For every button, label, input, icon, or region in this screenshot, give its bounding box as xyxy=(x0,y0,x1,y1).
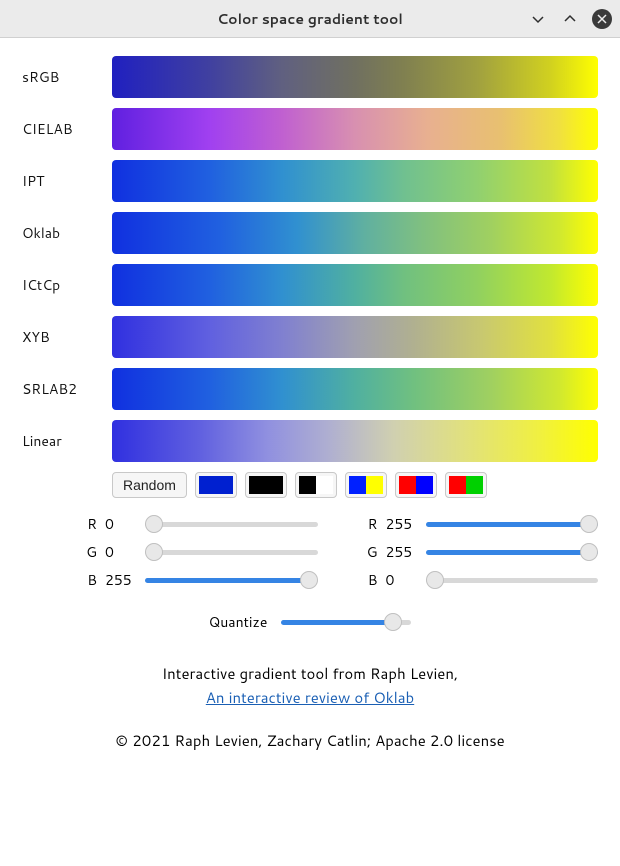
right-b-value: 0 xyxy=(386,570,418,590)
quantize-row: Quantize xyxy=(22,612,598,632)
gradient-row: XYB xyxy=(22,316,598,358)
gradient-bar xyxy=(112,420,598,462)
right-color-sliders: R 255 G 255 B 0 xyxy=(358,514,599,598)
swatch-left xyxy=(249,476,266,494)
gradient-label: sRGB xyxy=(22,67,112,87)
copyright-text: © 2021 Raph Levien, Zachary Catlin; Apac… xyxy=(22,730,598,751)
gradient-label: SRLAB2 xyxy=(22,379,112,399)
gradient-bar xyxy=(112,368,598,410)
window-title: Color space gradient tool xyxy=(217,9,403,29)
random-button[interactable]: Random xyxy=(112,472,187,498)
right-g-label: G xyxy=(358,542,378,562)
left-g-label: G xyxy=(77,542,97,562)
minimize-icon[interactable] xyxy=(528,9,548,29)
credit-line1: Interactive gradient tool from Raph Levi… xyxy=(162,663,458,684)
preset-swatch[interactable] xyxy=(395,472,437,498)
credit-link[interactable]: An interactive review of Oklab xyxy=(206,687,414,708)
close-icon[interactable] xyxy=(592,9,612,29)
gradient-bar xyxy=(112,56,598,98)
gradient-row: sRGB xyxy=(22,56,598,98)
left-b-label: B xyxy=(77,570,97,590)
left-r-value: 0 xyxy=(105,514,137,534)
preset-swatch[interactable] xyxy=(345,472,387,498)
swatch-left xyxy=(349,476,366,494)
left-b-value: 255 xyxy=(105,570,137,590)
right-r-value: 255 xyxy=(386,514,418,534)
left-r-label: R xyxy=(77,514,97,534)
right-r-label: R xyxy=(358,514,378,534)
gradient-bar xyxy=(112,108,598,150)
gradient-bar xyxy=(112,264,598,306)
gradient-row: SRLAB2 xyxy=(22,368,598,410)
gradient-bar xyxy=(112,316,598,358)
left-g-value: 0 xyxy=(105,542,137,562)
preset-swatch[interactable] xyxy=(245,472,287,498)
left-color-sliders: R 0 G 0 B 255 xyxy=(77,514,318,598)
credit-text: Interactive gradient tool from Raph Levi… xyxy=(22,662,598,710)
gradient-row: Linear xyxy=(22,420,598,462)
swatch-right xyxy=(316,476,333,494)
preset-swatch[interactable] xyxy=(195,472,237,498)
swatch-right xyxy=(216,476,233,494)
preset-swatch[interactable] xyxy=(295,472,337,498)
left-r-slider[interactable] xyxy=(145,522,318,527)
swatch-right xyxy=(366,476,383,494)
gradient-row: ICtCp xyxy=(22,264,598,306)
swatch-left xyxy=(399,476,416,494)
quantize-label: Quantize xyxy=(209,612,268,632)
window-controls xyxy=(528,9,612,29)
right-g-slider[interactable] xyxy=(426,550,599,555)
right-b-label: B xyxy=(358,570,378,590)
left-b-slider[interactable] xyxy=(145,578,318,583)
swatch-right xyxy=(416,476,433,494)
swatch-left xyxy=(199,476,216,494)
gradient-label: Linear xyxy=(22,431,112,451)
gradient-row: Oklab xyxy=(22,212,598,254)
maximize-icon[interactable] xyxy=(560,9,580,29)
gradient-row: CIELAB xyxy=(22,108,598,150)
left-g-slider[interactable] xyxy=(145,550,318,555)
content-area: sRGB CIELAB IPT Oklab ICtCp XYB SRLAB2 Linear R… xyxy=(0,38,620,769)
preset-row: Random xyxy=(112,472,598,498)
sliders-panel: R 0 G 0 B 255 R 255 G 255 xyxy=(77,514,598,598)
gradient-label: XYB xyxy=(22,327,112,347)
swatch-left xyxy=(299,476,316,494)
gradient-label: CIELAB xyxy=(22,119,112,139)
swatch-right xyxy=(466,476,483,494)
gradient-bar xyxy=(112,212,598,254)
gradient-bar xyxy=(112,160,598,202)
preset-swatch[interactable] xyxy=(445,472,487,498)
gradient-label: ICtCp xyxy=(22,275,112,295)
right-r-slider[interactable] xyxy=(426,522,599,527)
titlebar: Color space gradient tool xyxy=(0,0,620,38)
gradient-label: Oklab xyxy=(22,223,112,243)
right-g-value: 255 xyxy=(386,542,418,562)
swatch-right xyxy=(266,476,283,494)
gradient-row: IPT xyxy=(22,160,598,202)
quantize-slider[interactable] xyxy=(281,620,411,625)
right-b-slider[interactable] xyxy=(426,578,599,583)
swatch-left xyxy=(449,476,466,494)
gradient-label: IPT xyxy=(22,171,112,191)
